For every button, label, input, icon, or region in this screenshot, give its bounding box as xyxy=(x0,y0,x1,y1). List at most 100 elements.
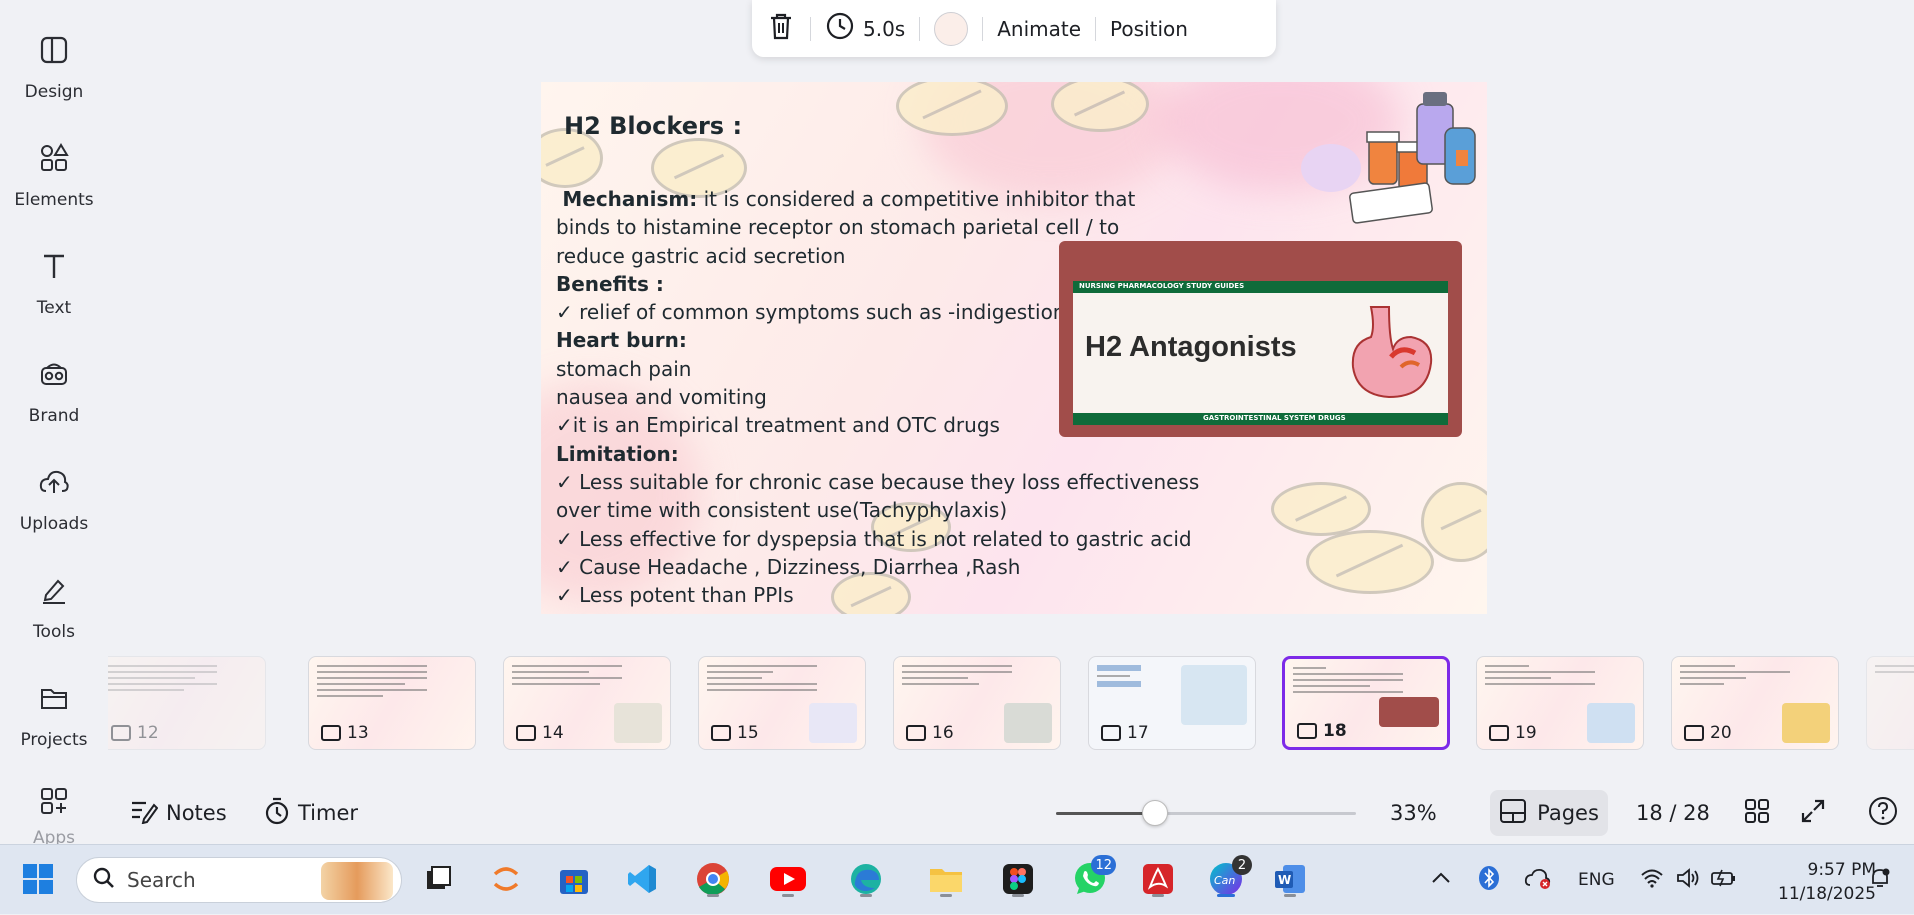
zoom-level[interactable]: 33% xyxy=(1390,788,1437,838)
limitation-item: ✓ Less suitable for chronic case because… xyxy=(556,469,1200,494)
system-clock[interactable]: 9:57 PM 11/18/2025 xyxy=(1778,858,1876,906)
mechanism-line: binds to histamine receptor on stomach p… xyxy=(556,215,1120,240)
toolbar-divider xyxy=(919,16,921,41)
page-number: 15 xyxy=(737,723,759,743)
taskbar-app-vscode[interactable] xyxy=(622,861,662,901)
page-thumbnail[interactable]: 12 xyxy=(108,656,266,750)
page-thumbnail[interactable] xyxy=(1866,656,1914,750)
sidebar-item-elements[interactable]: Elements xyxy=(0,122,108,222)
background-color-button[interactable] xyxy=(934,0,969,57)
language-indicator[interactable]: ENG xyxy=(1578,845,1615,915)
sidebar-item-design[interactable]: Design xyxy=(0,14,108,114)
page-thumbnail[interactable]: 13 xyxy=(308,656,476,750)
battery-tray-icon[interactable] xyxy=(1710,845,1738,915)
taskbar-app-loader[interactable] xyxy=(486,861,526,901)
pill-decoration xyxy=(1421,482,1487,562)
image-banner-bottom: GASTROINTESTINAL SYSTEM DRUGS xyxy=(1073,413,1448,425)
start-button[interactable] xyxy=(18,861,58,901)
loader-icon xyxy=(489,862,523,900)
text-icon xyxy=(34,246,74,286)
windows-icon xyxy=(21,862,55,900)
search-highlight-icon xyxy=(321,862,393,900)
notes-icon xyxy=(130,798,159,829)
tools-icon xyxy=(34,570,74,610)
taskbar-app-edge[interactable] xyxy=(846,861,886,901)
clock-date: 11/18/2025 xyxy=(1778,884,1876,904)
sidebar-item-uploads[interactable]: Uploads xyxy=(0,446,108,546)
sidebar-item-label: Brand xyxy=(28,406,80,426)
pill-decoration xyxy=(1271,482,1371,536)
taskbar-app-store[interactable] xyxy=(554,861,594,901)
taskbar-app-figma[interactable] xyxy=(998,861,1038,901)
slide-icon xyxy=(1101,725,1121,741)
h2-antagonists-image[interactable]: NURSING PHARMACOLOGY STUDY GUIDES H2 Ant… xyxy=(1059,241,1462,437)
slide-canvas[interactable]: H2 Blockers : Mechanism: it is considere… xyxy=(541,82,1487,614)
pill-decoration xyxy=(1306,530,1434,594)
mechanism-text: it is considered a competitive inhibitor… xyxy=(697,187,1136,211)
onedrive-tray-icon[interactable] xyxy=(1524,845,1552,915)
element-toolbar: 5.0s Animate Position xyxy=(752,0,1276,57)
animate-button[interactable]: Animate xyxy=(997,0,1081,57)
store-icon xyxy=(557,862,591,900)
page-thumbnail[interactable]: 20 xyxy=(1671,656,1839,750)
fullscreen-button[interactable] xyxy=(1800,788,1826,838)
page-number: 12 xyxy=(137,723,159,743)
sidebar-item-apps[interactable]: Apps xyxy=(0,770,108,844)
taskbar-app-youtube[interactable] xyxy=(768,861,808,901)
sidebar-item-label: Text xyxy=(36,298,72,318)
position-button[interactable]: Position xyxy=(1110,0,1188,57)
task-view-button[interactable] xyxy=(418,861,458,901)
page-number: 20 xyxy=(1710,723,1732,743)
network-tray-icon[interactable] xyxy=(1640,845,1664,915)
slide-icon xyxy=(711,725,731,741)
sidebar-item-label: Projects xyxy=(20,730,88,750)
taskbar-app-word[interactable]: W xyxy=(1270,861,1310,901)
sidebar-item-projects[interactable]: Projects xyxy=(0,662,108,762)
show-hidden-icons-button[interactable] xyxy=(1430,845,1452,915)
zoom-slider[interactable] xyxy=(1056,800,1356,826)
notification-badge: 12 xyxy=(1091,855,1116,875)
timer-button[interactable]: Timer xyxy=(264,788,358,838)
delete-button[interactable] xyxy=(766,0,796,57)
image-inner-panel: H2 Antagonists xyxy=(1073,293,1448,413)
battery-icon xyxy=(1710,868,1738,893)
search-icon xyxy=(93,867,115,894)
zoom-slider-handle[interactable] xyxy=(1142,800,1168,826)
duration-button[interactable]: 5.0s xyxy=(825,0,905,57)
expand-icon xyxy=(1800,798,1826,829)
sidebar-item-label: Elements xyxy=(14,190,94,210)
limitation-item: ✓ Less effective for dyspepsia that is n… xyxy=(556,526,1192,551)
running-indicator xyxy=(1284,894,1296,897)
running-indicator xyxy=(1012,894,1024,897)
grid-icon xyxy=(1744,798,1770,829)
help-button[interactable] xyxy=(1868,788,1898,838)
taskbar-app-canva[interactable]: Can 2 xyxy=(1206,855,1252,901)
taskbar-app-acrobat[interactable] xyxy=(1138,861,1178,901)
page-thumbnail[interactable]: 19 xyxy=(1476,656,1644,750)
limitation-heading: Limitation: xyxy=(556,441,679,466)
notifications-button[interactable] xyxy=(1868,845,1892,915)
running-indicator xyxy=(1152,894,1164,897)
page-thumbnail[interactable]: 15 xyxy=(698,656,866,750)
taskbar-app-chrome[interactable] xyxy=(693,861,733,901)
taskbar-app-file-explorer[interactable] xyxy=(926,861,966,901)
page-thumbnail[interactable]: 14 xyxy=(503,656,671,750)
taskbar-app-whatsapp[interactable]: 12 xyxy=(1070,855,1116,901)
page-thumbnail[interactable]: 16 xyxy=(893,656,1061,750)
slide-icon xyxy=(1297,723,1317,739)
pages-button[interactable]: Pages xyxy=(1490,790,1608,836)
page-thumbnail-current[interactable]: 18 xyxy=(1282,656,1450,750)
volume-tray-icon[interactable] xyxy=(1676,845,1700,915)
notification-badge: 2 xyxy=(1232,855,1252,875)
taskbar-search[interactable]: Search xyxy=(76,857,402,903)
toolbar-divider xyxy=(810,16,811,41)
page-number: 16 xyxy=(932,723,954,743)
bluetooth-tray-icon[interactable] xyxy=(1478,845,1500,915)
grid-view-button[interactable] xyxy=(1744,788,1770,838)
sidebar-item-tools[interactable]: Tools xyxy=(0,554,108,654)
slide-title[interactable]: H2 Blockers : xyxy=(564,112,742,140)
sidebar-item-text[interactable]: Text xyxy=(0,230,108,330)
page-thumbnail[interactable]: 17 xyxy=(1088,656,1256,750)
notes-button[interactable]: Notes xyxy=(130,788,227,838)
sidebar-item-brand[interactable]: Brand xyxy=(0,338,108,438)
